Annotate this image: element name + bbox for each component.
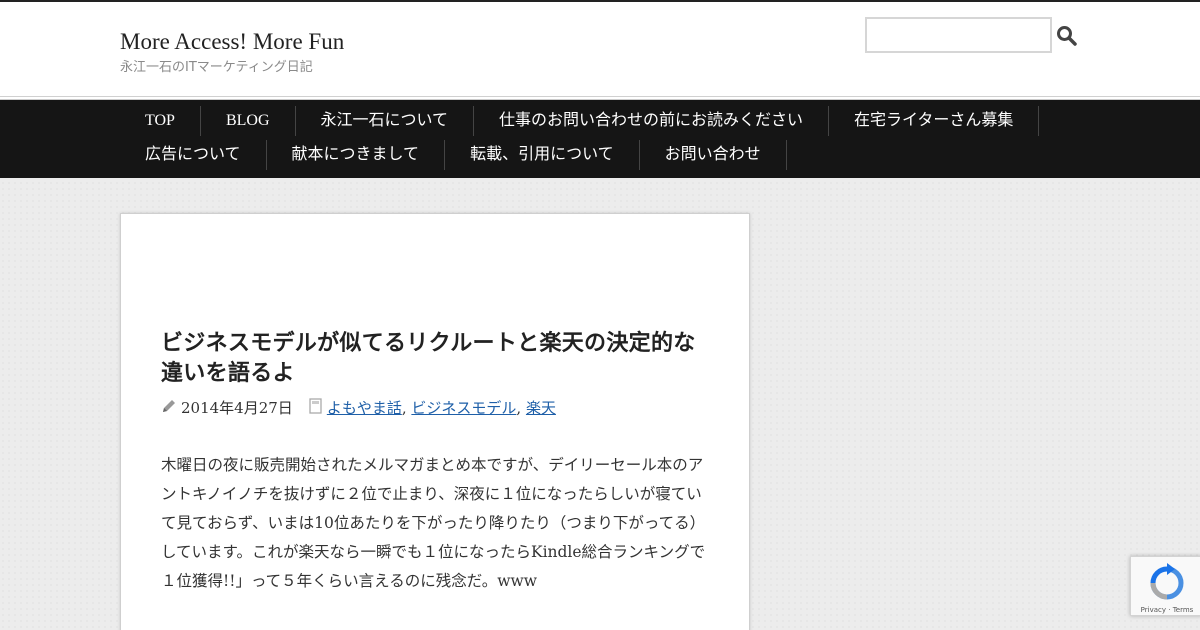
category-link[interactable]: ビジネスモデル bbox=[411, 397, 516, 418]
search-icon[interactable] bbox=[1055, 24, 1079, 48]
site-title[interactable]: More Access! More Fun bbox=[120, 29, 344, 55]
category-separator: , bbox=[516, 398, 526, 417]
post-body: 木曜日の夜に販売開始されたメルマガまとめ本ですが、デイリーセール本のアントキノイ… bbox=[161, 456, 706, 590]
post-categories: よもやま話, ビジネスモデル, 楽天 bbox=[309, 397, 556, 418]
nav-item-ads[interactable]: 広告について bbox=[120, 140, 267, 170]
nav-row-1: TOP BLOG 永江一石について 仕事のお問い合わせの前にお読みください 在宅… bbox=[120, 104, 1200, 138]
nav-item-contact[interactable]: お問い合わせ bbox=[640, 140, 787, 170]
category-link[interactable]: 楽天 bbox=[526, 397, 556, 418]
recaptcha-badge[interactable]: Privacy · Terms bbox=[1130, 556, 1200, 616]
site-header: More Access! More Fun 永江一石のITマーケティング日記 bbox=[0, 2, 1200, 97]
pencil-icon bbox=[161, 398, 181, 418]
nav-item-before-inquiry[interactable]: 仕事のお問い合わせの前にお読みください bbox=[474, 106, 830, 136]
nav-item-books[interactable]: 献本につきまして bbox=[267, 140, 446, 170]
folder-icon bbox=[309, 397, 327, 418]
category-separator: , bbox=[401, 398, 412, 417]
post-card: ビジネスモデルが似てるリクルートと楽天の決定的な違いを語るよ 2014年4月27… bbox=[120, 213, 750, 630]
recaptcha-icon: Privacy · Terms bbox=[1141, 563, 1194, 614]
post-title[interactable]: ビジネスモデルが似てるリクルートと楽天の決定的な違いを語るよ bbox=[161, 329, 709, 389]
nav-item-writer-recruit[interactable]: 在宅ライターさん募集 bbox=[829, 106, 1040, 136]
svg-text:Privacy · Terms: Privacy · Terms bbox=[1141, 606, 1194, 614]
nav-row-2: 広告について 献本につきまして 転載、引用について お問い合わせ bbox=[120, 138, 1200, 172]
main-navigation: TOP BLOG 永江一石について 仕事のお問い合わせの前にお読みください 在宅… bbox=[0, 100, 1200, 178]
nav-item-top[interactable]: TOP bbox=[120, 106, 201, 136]
post-meta: 2014年4月27日 よもやま話, ビジネスモデル, 楽天 bbox=[161, 397, 709, 418]
nav-item-blog[interactable]: BLOG bbox=[201, 106, 296, 136]
site-description: 永江一石のITマーケティング日記 bbox=[120, 60, 313, 75]
nav-item-about[interactable]: 永江一石について bbox=[296, 106, 475, 136]
category-link[interactable]: よもやま話 bbox=[327, 397, 402, 418]
nav-item-quote-policy[interactable]: 転載、引用について bbox=[445, 140, 640, 170]
post-date: 2014年4月27日 bbox=[181, 399, 293, 417]
search-input[interactable] bbox=[865, 17, 1052, 53]
